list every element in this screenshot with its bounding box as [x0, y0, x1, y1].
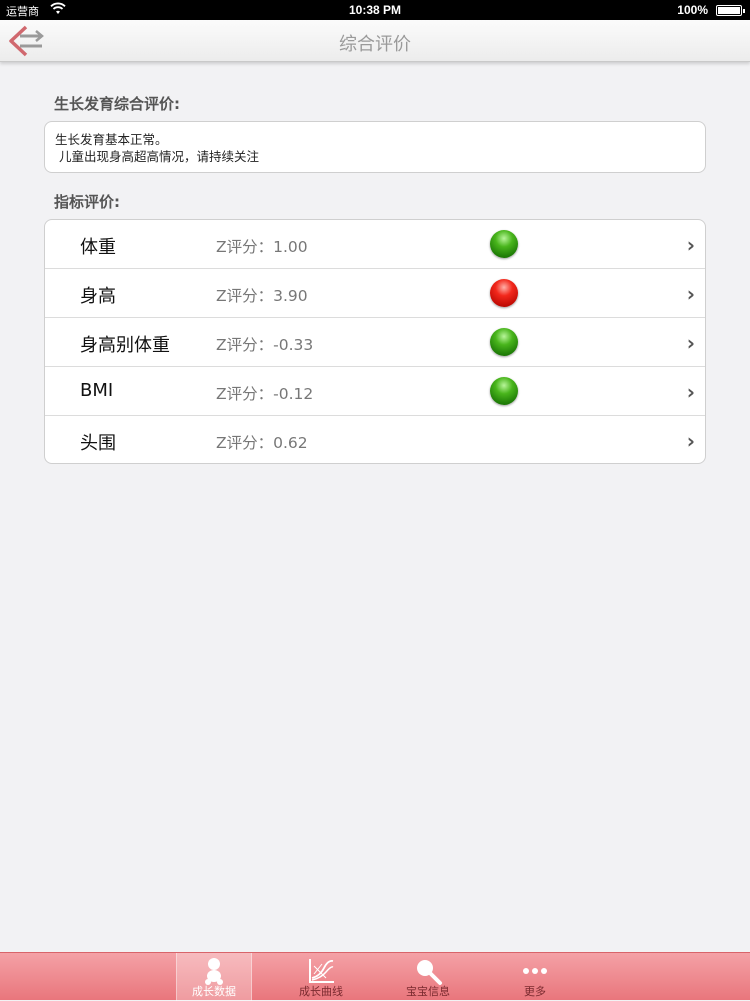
search-icon [417, 960, 442, 985]
battery-percent: 100% [677, 3, 708, 17]
indicator-name: 体重 [80, 237, 116, 258]
indicator-row-height[interactable]: 身高 Z评分：3.90 › [45, 269, 705, 318]
summary-line-2: 儿童出现身高超高情况，请持续关注 [55, 149, 259, 164]
chevron-right-icon: › [686, 380, 695, 404]
tab-baby-info[interactable]: 宝宝信息 [390, 953, 466, 1001]
tab-label: 成长数据 [192, 985, 236, 998]
nav-bar: 综合评价 [0, 20, 750, 62]
indicator-row-weight[interactable]: 体重 Z评分：1.00 › [45, 220, 705, 269]
tab-label: 成长曲线 [299, 985, 343, 998]
status-green-icon [490, 377, 518, 405]
status-green-icon [490, 230, 518, 258]
tab-more[interactable]: 更多 [497, 953, 573, 1001]
indicator-score: Z评分：-0.12 [216, 385, 314, 403]
summary-label: 生长发育综合评价: [54, 95, 180, 113]
indicator-name: BMI [80, 380, 114, 401]
chart-icon [309, 959, 334, 983]
indicator-name: 身高别体重 [80, 335, 170, 356]
tab-growth-curve[interactable]: 成长曲线 [283, 953, 359, 1001]
baby-icon [205, 958, 223, 985]
clock: 10:38 PM [348, 3, 402, 17]
chevron-right-icon: › [686, 429, 695, 453]
more-dots-icon [523, 968, 547, 974]
indicator-name: 身高 [80, 286, 116, 307]
chevron-right-icon: › [686, 282, 695, 306]
chevron-right-icon: › [686, 331, 695, 355]
indicator-row-weight-for-height[interactable]: 身高别体重 Z评分：-0.33 › [45, 318, 705, 367]
status-bar: 运营商 10:38 PM 100% [0, 0, 750, 20]
chevron-right-icon: › [686, 233, 695, 257]
indicator-score: Z评分：3.90 [216, 287, 308, 305]
status-red-icon [490, 279, 518, 307]
battery-icon [716, 5, 745, 16]
page-title: 综合评价 [339, 34, 411, 55]
status-green-icon [490, 328, 518, 356]
indicators-label: 指标评价: [54, 193, 120, 211]
indicator-score: Z评分：0.62 [216, 434, 308, 452]
summary-line-1: 生长发育基本正常。 [55, 132, 168, 147]
indicator-name: 头围 [80, 433, 116, 454]
tab-label: 更多 [524, 985, 546, 998]
tab-growth-data[interactable]: 成长数据 [176, 953, 252, 1001]
indicator-table: 体重 Z评分：1.00 › 身高 Z评分：3.90 › 身高别体重 Z评分：-0… [44, 219, 706, 464]
indicator-row-head-circumference[interactable]: 头围 Z评分：0.62 › [45, 416, 705, 463]
tab-label: 宝宝信息 [406, 985, 450, 998]
summary-box: 生长发育基本正常。 儿童出现身高超高情况，请持续关注 [44, 121, 706, 173]
indicator-row-bmi[interactable]: BMI Z评分：-0.12 › [45, 367, 705, 416]
tab-bar: 成长数据 成长曲线 宝宝信息 更多 [0, 952, 750, 1001]
indicator-score: Z评分：-0.33 [216, 336, 314, 354]
indicator-score: Z评分：1.00 [216, 238, 308, 256]
